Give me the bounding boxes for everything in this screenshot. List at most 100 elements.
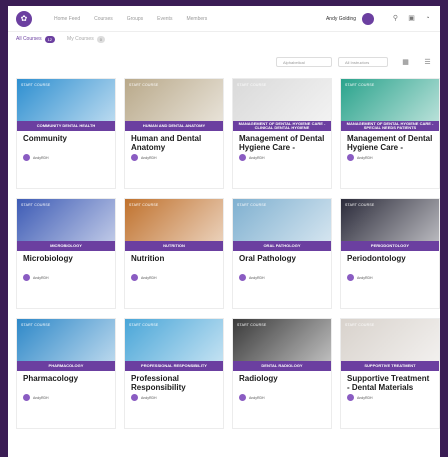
author-name: AndyRDH (33, 155, 49, 160)
course-author[interactable]: AndyRDH (131, 274, 217, 281)
course-title[interactable]: Human and Dental Anatomy (131, 134, 217, 152)
filter-label: All Courses (16, 36, 42, 42)
course-banner-label: PROFESSIONAL RESPONSIBILITY (125, 361, 223, 371)
author-name: AndyRDH (357, 395, 373, 400)
course-thumbnail[interactable]: START COURSE ORAL PATHOLOGY (233, 199, 331, 251)
start-course-badge[interactable]: START COURSE (21, 83, 50, 87)
list-view-icon[interactable]: ☰ (423, 58, 432, 67)
course-grid: START COURSE COMMUNITY DENTAL HEALTH Com… (8, 72, 440, 429)
course-title[interactable]: Pharmacology (23, 374, 109, 392)
course-title[interactable]: Professional Responsibility (131, 374, 217, 392)
course-author[interactable]: AndyRDH (131, 394, 217, 401)
course-author[interactable]: AndyRDH (23, 394, 109, 401)
course-thumbnail[interactable]: START COURSE MANAGEMENT OF DENTAL HYGIEN… (341, 79, 439, 131)
course-thumbnail[interactable]: START COURSE MICROBIOLOGY (17, 199, 115, 251)
course-title[interactable]: Management of Dental Hygiene Care - Clin… (239, 134, 325, 152)
course-thumbnail[interactable]: START COURSE PROFESSIONAL RESPONSIBILITY (125, 319, 223, 371)
author-name: AndyRDH (357, 155, 373, 160)
course-author[interactable]: AndyRDH (347, 274, 433, 281)
course-author[interactable]: AndyRDH (347, 394, 433, 401)
app-window: ✿ Home Feed Courses Groups Events Member… (8, 6, 440, 457)
course-banner-label: PERIODONTOLOGY (341, 241, 439, 251)
course-card[interactable]: START COURSE HUMAN AND DENTAL ANATOMY Hu… (124, 78, 224, 189)
course-title[interactable]: Nutrition (131, 254, 217, 272)
grid-view-icon[interactable]: ▦ (401, 58, 410, 67)
author-avatar (131, 154, 138, 161)
course-thumbnail[interactable]: START COURSE SUPPORTIVE TREATMENT (341, 319, 439, 371)
course-thumbnail[interactable]: START COURSE COMMUNITY DENTAL HEALTH (17, 79, 115, 131)
author-name: AndyRDH (33, 395, 49, 400)
user-name[interactable]: Andy Golding (326, 16, 356, 22)
course-author[interactable]: AndyRDH (23, 154, 109, 161)
nav-members[interactable]: Members (186, 16, 207, 22)
start-course-badge[interactable]: START COURSE (345, 203, 374, 207)
course-card[interactable]: START COURSE PHARMACOLOGY Pharmacology A… (16, 318, 116, 429)
course-title[interactable]: Community (23, 134, 109, 152)
start-course-badge[interactable]: START COURSE (237, 83, 266, 87)
start-course-badge[interactable]: START COURSE (237, 203, 266, 207)
list-controls: Alphabetical All Instructors ▦ ☰ (8, 52, 440, 72)
filter-count: 0 (96, 35, 105, 43)
nav-groups[interactable]: Groups (127, 16, 143, 22)
course-author[interactable]: AndyRDH (239, 274, 325, 281)
course-thumbnail[interactable]: START COURSE HUMAN AND DENTAL ANATOMY (125, 79, 223, 131)
course-author[interactable]: AndyRDH (239, 394, 325, 401)
course-card[interactable]: START COURSE MICROBIOLOGY Microbiology A… (16, 198, 116, 309)
course-thumbnail[interactable]: START COURSE MANAGEMENT OF DENTAL HYGIEN… (233, 79, 331, 131)
author-name: AndyRDH (141, 155, 157, 160)
course-author[interactable]: AndyRDH (347, 154, 433, 161)
course-banner-label: HUMAN AND DENTAL ANATOMY (125, 121, 223, 131)
course-card[interactable]: START COURSE DENTAL RADIOLOGY Radiology … (232, 318, 332, 429)
author-name: AndyRDH (141, 275, 157, 280)
nav-events[interactable]: Events (157, 16, 172, 22)
course-author[interactable]: AndyRDH (239, 154, 325, 161)
author-avatar (23, 154, 30, 161)
course-card[interactable]: START COURSE COMMUNITY DENTAL HEALTH Com… (16, 78, 116, 189)
instructor-select[interactable]: All Instructors (338, 57, 388, 67)
site-logo[interactable]: ✿ (16, 10, 32, 27)
start-course-badge[interactable]: START COURSE (129, 323, 158, 327)
start-course-badge[interactable]: START COURSE (21, 203, 50, 207)
cart-icon[interactable]: ▣ (407, 14, 416, 23)
course-card[interactable]: START COURSE PROFESSIONAL RESPONSIBILITY… (124, 318, 224, 429)
nav-home-feed[interactable]: Home Feed (54, 16, 80, 22)
filter-my-courses[interactable]: My Courses 0 (67, 35, 105, 43)
author-avatar (131, 274, 138, 281)
course-title[interactable]: Management of Dental Hygiene Care - Spec… (347, 134, 433, 152)
course-thumbnail[interactable]: START COURSE PHARMACOLOGY (17, 319, 115, 371)
search-icon[interactable]: ⚲ (391, 14, 400, 23)
course-banner-label: PHARMACOLOGY (17, 361, 115, 371)
course-title[interactable]: Microbiology (23, 254, 109, 272)
course-card[interactable]: START COURSE MANAGEMENT OF DENTAL HYGIEN… (340, 78, 440, 189)
course-card[interactable]: START COURSE PERIODONTOLOGY Periodontolo… (340, 198, 440, 309)
course-card[interactable]: START COURSE ORAL PATHOLOGY Oral Patholo… (232, 198, 332, 309)
course-thumbnail[interactable]: START COURSE DENTAL RADIOLOGY (233, 319, 331, 371)
course-title[interactable]: Radiology (239, 374, 325, 392)
course-author[interactable]: AndyRDH (23, 274, 109, 281)
avatar[interactable] (362, 12, 374, 25)
filter-all-courses[interactable]: All Courses 12 (16, 35, 56, 43)
course-author[interactable]: AndyRDH (131, 154, 217, 161)
bell-icon[interactable]: ◔ (423, 14, 432, 23)
course-card[interactable]: START COURSE SUPPORTIVE TREATMENT Suppor… (340, 318, 440, 429)
nav-courses[interactable]: Courses (94, 16, 113, 22)
start-course-badge[interactable]: START COURSE (237, 323, 266, 327)
course-title[interactable]: Supportive Treatment - Dental Materials (347, 374, 433, 392)
course-thumbnail[interactable]: START COURSE PERIODONTOLOGY (341, 199, 439, 251)
course-banner-label: NUTRITION (125, 241, 223, 251)
course-title[interactable]: Oral Pathology (239, 254, 325, 272)
course-card[interactable]: START COURSE MANAGEMENT OF DENTAL HYGIEN… (232, 78, 332, 189)
start-course-badge[interactable]: START COURSE (129, 203, 158, 207)
start-course-badge[interactable]: START COURSE (21, 323, 50, 327)
course-card[interactable]: START COURSE NUTRITION Nutrition AndyRDH (124, 198, 224, 309)
start-course-badge[interactable]: START COURSE (345, 323, 374, 327)
author-name: AndyRDH (249, 395, 265, 400)
author-avatar (347, 274, 354, 281)
course-banner-label: COMMUNITY DENTAL HEALTH (17, 121, 115, 131)
course-title[interactable]: Periodontology (347, 254, 433, 272)
course-thumbnail[interactable]: START COURSE NUTRITION (125, 199, 223, 251)
course-banner-label: MANAGEMENT OF DENTAL HYGIENE CARE - CLIN… (233, 121, 331, 131)
start-course-badge[interactable]: START COURSE (129, 83, 158, 87)
sort-select[interactable]: Alphabetical (276, 57, 332, 67)
start-course-badge[interactable]: START COURSE (345, 83, 374, 87)
